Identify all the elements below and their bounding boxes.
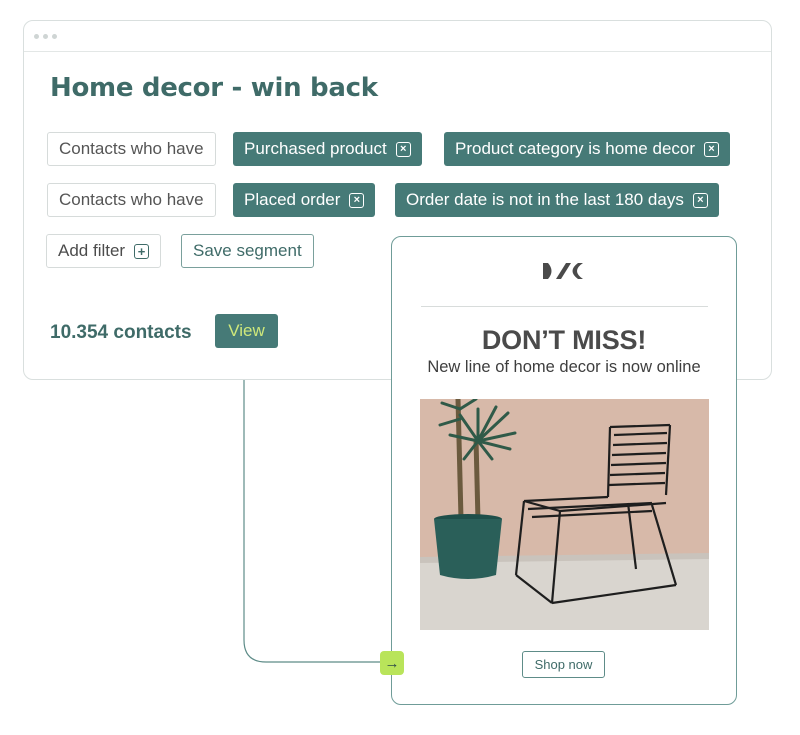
email-divider [421, 306, 708, 307]
arrow-right-icon: → [380, 651, 404, 675]
brand-logo-icon [543, 263, 583, 279]
email-subline: New line of home decor is now online [427, 358, 701, 376]
shop-now-button[interactable]: Shop now [522, 651, 605, 678]
email-headline: DON’T MISS! [481, 325, 647, 355]
email-preview-card[interactable]: DON’T MISS! New line of home decor is no… [391, 236, 737, 705]
chair-and-plant-photo [420, 399, 709, 630]
